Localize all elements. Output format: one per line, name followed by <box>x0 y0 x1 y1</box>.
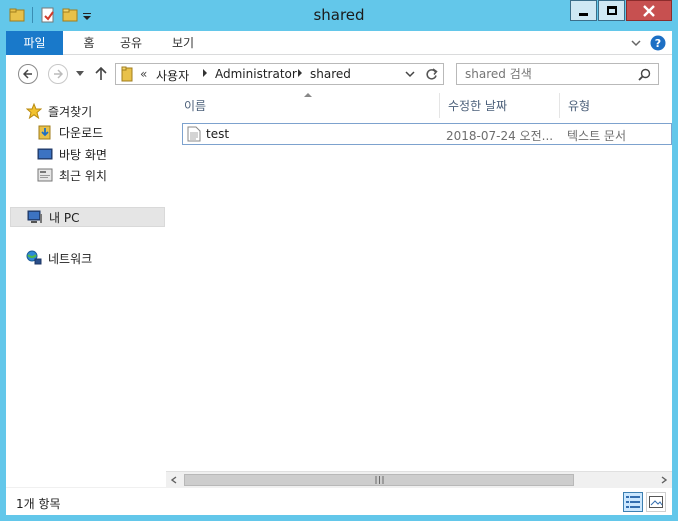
large-icons-view-button[interactable] <box>646 492 666 512</box>
help-icon[interactable]: ? <box>650 35 666 51</box>
horizontal-scrollbar[interactable] <box>166 471 672 487</box>
breadcrumb-separator-icon[interactable] <box>298 69 302 77</box>
file-name: test <box>206 127 230 141</box>
table-row[interactable]: test 2018-07-24 오전... 텍스트 문서 <box>182 123 672 145</box>
nav-item-label: 네트워크 <box>48 251 93 266</box>
recent-locations-chevron-icon[interactable] <box>76 71 84 77</box>
ribbon-right-controls: ? <box>631 35 666 51</box>
column-header-date-modified[interactable]: 수정한 날짜 <box>440 93 560 118</box>
search-box[interactable] <box>456 63 659 85</box>
back-button[interactable] <box>18 64 38 84</box>
column-header-type[interactable]: 유형 <box>560 93 672 118</box>
close-icon <box>643 4 655 17</box>
computer-icon <box>27 210 42 223</box>
expand-ribbon-chevron-icon[interactable] <box>631 39 641 47</box>
star-icon <box>26 103 42 119</box>
tab-share[interactable]: 공유 <box>116 31 146 55</box>
nav-item-label: 내 PC <box>49 210 80 225</box>
ribbon-tabs: 파일 홈 공유 보기 ? <box>6 31 672 55</box>
chevron-left-icon <box>171 476 177 484</box>
minimize-button[interactable] <box>570 0 597 21</box>
scroll-left-button[interactable] <box>166 472 182 488</box>
back-arrow-icon <box>23 69 32 79</box>
tab-file[interactable]: 파일 <box>6 31 63 55</box>
scrollbar-thumb[interactable] <box>184 474 574 486</box>
nav-item-favorites[interactable]: 즐겨찾기 <box>26 101 184 121</box>
maximize-button[interactable] <box>598 0 625 21</box>
desktop-icon <box>37 148 53 160</box>
nav-item-label: 바탕 화면 <box>59 147 107 162</box>
scroll-right-button[interactable] <box>656 472 672 488</box>
file-type: 텍스트 문서 <box>567 129 627 143</box>
column-header-name[interactable]: 이름 <box>176 93 440 118</box>
maximize-icon <box>606 6 617 15</box>
tab-view[interactable]: 보기 <box>168 31 198 55</box>
nav-item-label: 다운로드 <box>59 125 104 140</box>
search-input[interactable] <box>465 67 635 81</box>
address-toolbar: « 사용자 Administrator shared <box>6 55 672 93</box>
grip-icon <box>375 476 383 484</box>
status-bar: 1개 항목 <box>6 487 672 515</box>
svg-text:?: ? <box>655 37 661 50</box>
downloads-folder-icon <box>38 125 51 140</box>
search-icon[interactable] <box>638 68 651 81</box>
forward-button[interactable] <box>48 64 68 84</box>
details-view-button[interactable] <box>623 492 643 512</box>
file-list: 이름 수정한 날짜 유형 test 2018-07-24 오전... 텍스트 문… <box>166 93 672 487</box>
breadcrumb-shared[interactable]: shared <box>310 67 351 81</box>
item-count: 1개 항목 <box>16 497 61 511</box>
close-button[interactable] <box>626 0 672 21</box>
chevron-right-icon <box>661 476 667 484</box>
details-view-icon <box>626 496 640 508</box>
nav-item-label: 즐겨찾기 <box>48 104 93 119</box>
address-bar[interactable]: « 사용자 Administrator shared <box>115 63 444 85</box>
forward-arrow-icon <box>54 69 63 79</box>
navigation-pane: 즐겨찾기 다운로드 바탕 화면 최근 위치 내 PC 네트워크 <box>6 93 166 487</box>
nav-item-network[interactable]: 네트워크 <box>26 248 184 268</box>
minimize-icon <box>579 13 588 16</box>
address-history-chevron-icon[interactable] <box>405 71 415 78</box>
breadcrumb-separator-icon[interactable] <box>203 69 207 77</box>
large-icons-view-icon <box>649 496 663 508</box>
recent-places-icon <box>37 168 53 182</box>
title-bar[interactable]: shared <box>0 0 678 31</box>
nav-item-this-pc[interactable]: 내 PC <box>10 207 165 227</box>
network-icon <box>26 250 42 265</box>
breadcrumb-administrator[interactable]: Administrator <box>215 67 297 81</box>
window-controls <box>569 0 672 21</box>
text-document-icon <box>187 126 201 142</box>
explorer-body: 즐겨찾기 다운로드 바탕 화면 최근 위치 내 PC 네트워크 이름 수정한 날… <box>6 93 672 487</box>
refresh-icon[interactable] <box>425 68 438 81</box>
nav-item-label: 최근 위치 <box>59 168 107 183</box>
file-date-modified: 2018-07-24 오전... <box>446 129 554 143</box>
up-arrow-icon[interactable] <box>95 67 107 81</box>
folder-location-icon <box>121 66 133 82</box>
explorer-window: shared 파일 홈 공유 보기 ? « 사용자 Administrator … <box>0 0 678 521</box>
tab-home[interactable]: 홈 <box>74 31 104 55</box>
breadcrumb-users[interactable]: 사용자 <box>156 67 189 84</box>
breadcrumb-overflow[interactable]: « <box>140 67 147 81</box>
